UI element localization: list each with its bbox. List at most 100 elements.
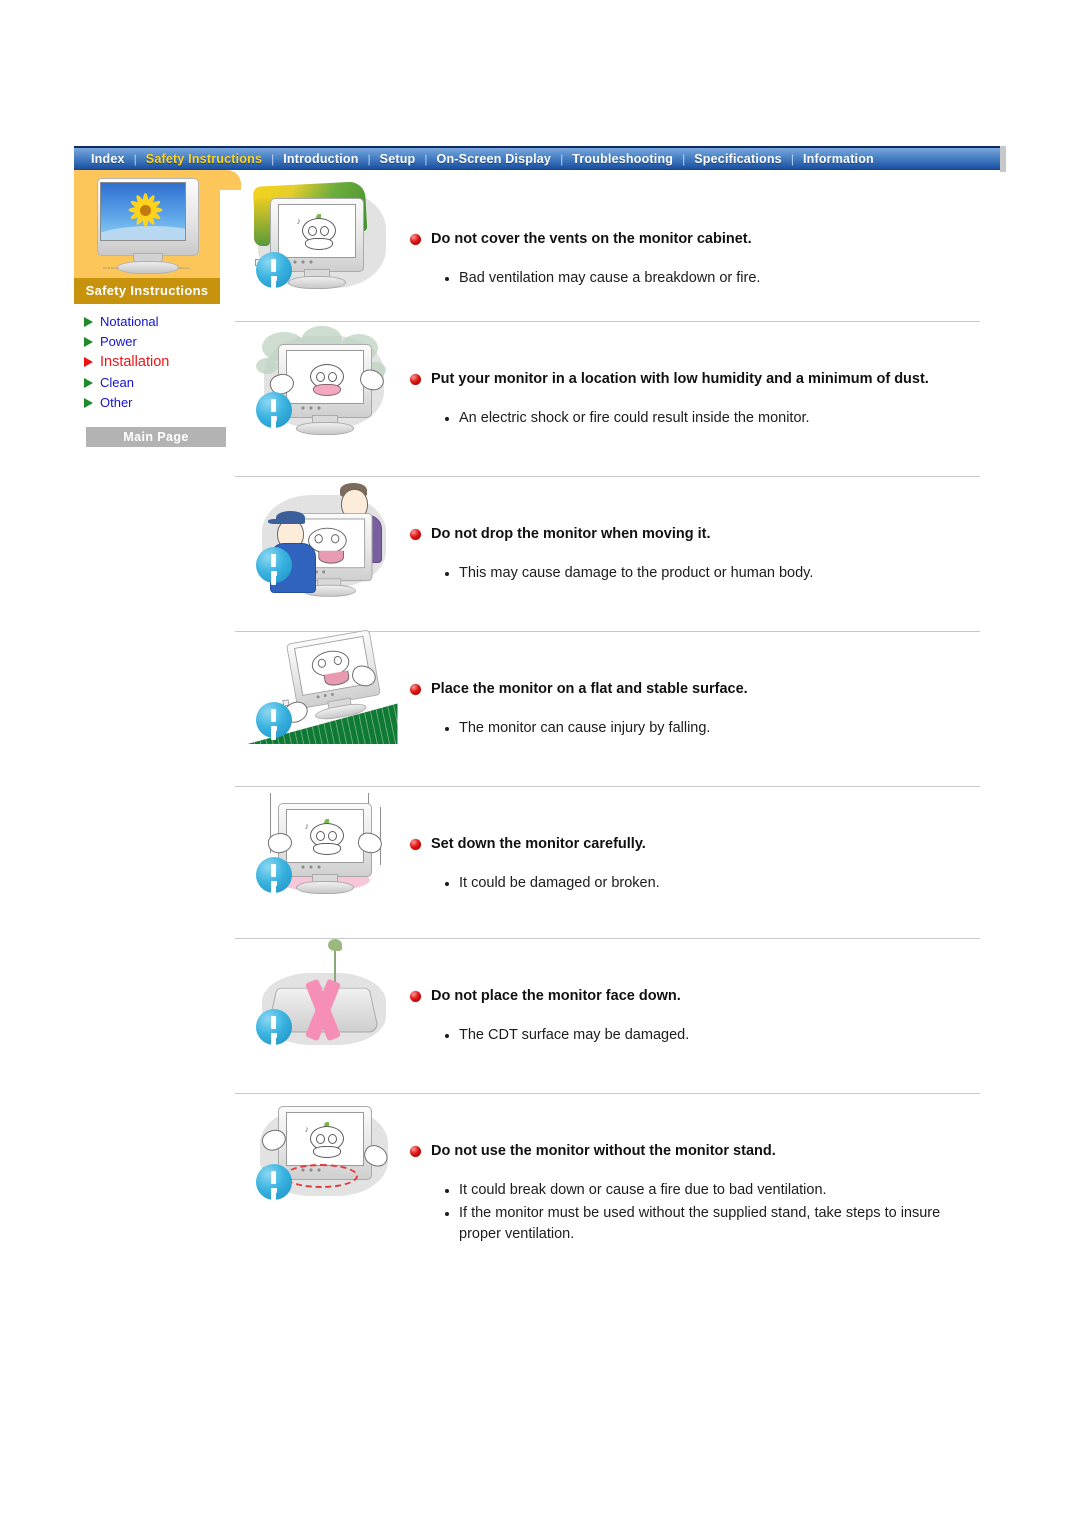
warning-exclamation-icon	[255, 392, 292, 428]
warning-exclamation-icon	[255, 857, 292, 893]
section-bullet: The monitor can cause injury by falling.	[442, 718, 980, 739]
safety-section: Do not drop the monitor when moving it. …	[235, 477, 980, 632]
section-bullet: It could break down or cause a fire due …	[442, 1180, 980, 1201]
red-sphere-bullet-icon	[410, 529, 421, 540]
sidebar-item-label: Notational	[100, 314, 159, 329]
text-cell: Do not cover the vents on the monitor ca…	[410, 182, 980, 291]
monitor-covered-with-cloth-icon: ♪	[248, 181, 398, 300]
monitor-dropped-hard-icon: ♪	[248, 787, 398, 905]
sidebar-item-notational[interactable]: Notational	[84, 312, 220, 332]
page-root: Index | Safety Instructions | Introducti…	[0, 0, 1080, 1528]
section-heading: Do not use the monitor without the monit…	[410, 1142, 955, 1162]
section-heading-text: Place the monitor on a flat and stable s…	[431, 681, 748, 697]
nav-separator: |	[560, 152, 564, 166]
text-cell: Do not drop the monitor when moving it. …	[410, 477, 980, 586]
section-heading-text: Put your monitor in a location with low …	[431, 371, 929, 387]
section-heading: Place the monitor on a flat and stable s…	[410, 680, 955, 700]
nav-right-edge	[1000, 146, 1006, 172]
content-area: ♪ Do not cover the vents on the monitor …	[235, 181, 980, 1247]
safety-section: Place the monitor on a flat and stable s…	[235, 629, 980, 787]
section-bullet-list: It could be damaged or broken.	[442, 873, 980, 894]
text-cell: Do not use the monitor without the monit…	[410, 1094, 980, 1247]
monitor-sunflower-icon: SAMSUNG SyncMaster	[91, 176, 203, 274]
warning-exclamation-icon	[255, 702, 292, 738]
arrow-right-icon	[84, 316, 93, 327]
section-heading-text: Do not use the monitor without the monit…	[431, 1143, 776, 1159]
nav-item-safety-instructions[interactable]: Safety Instructions	[137, 152, 271, 166]
text-cell: Do not place the monitor face down. The …	[410, 939, 980, 1048]
monitor-sliding-on-slope-icon	[247, 629, 398, 750]
two-people-carrying-monitor-icon	[248, 477, 398, 597]
section-heading: Do not place the monitor face down.	[410, 987, 955, 1007]
section-bullet-list: This may cause damage to the product or …	[442, 563, 980, 584]
nav-separator: |	[790, 152, 794, 166]
sidebar-item-other[interactable]: Other	[84, 393, 220, 413]
red-sphere-bullet-icon	[410, 374, 421, 385]
section-bullet-list: It could break down or cause a fire due …	[442, 1180, 980, 1245]
section-bullet-list: An electric shock or fire could result i…	[442, 408, 980, 429]
section-bullet: An electric shock or fire could result i…	[442, 408, 980, 429]
nav-item-on-screen-display[interactable]: On-Screen Display	[428, 152, 561, 166]
section-bullet-list: The monitor can cause injury by falling.	[442, 718, 980, 739]
section-heading-text: Do not place the monitor face down.	[431, 988, 681, 1004]
nav-item-introduction[interactable]: Introduction	[274, 152, 367, 166]
red-sphere-bullet-icon	[410, 684, 421, 695]
nav-item-information[interactable]: Information	[794, 152, 883, 166]
nav-separator: |	[133, 152, 137, 166]
arrow-right-icon	[84, 336, 93, 347]
section-bullet: Bad ventilation may cause a breakdown or…	[442, 268, 980, 289]
section-heading: Set down the monitor carefully.	[410, 835, 955, 855]
main-page-button[interactable]: Main Page	[86, 427, 226, 447]
text-cell: Place the monitor on a flat and stable s…	[410, 632, 980, 741]
sidebar-item-label: Other	[100, 395, 133, 410]
section-bullet-list: The CDT surface may be damaged.	[442, 1025, 980, 1046]
sidebar-link-list: Notational Power Installation Clean Othe…	[74, 304, 226, 447]
red-sphere-bullet-icon	[410, 839, 421, 850]
nav-item-setup[interactable]: Setup	[371, 152, 425, 166]
sidebar-item-label: Power	[100, 334, 137, 349]
sidebar-item-power[interactable]: Power	[84, 332, 220, 352]
red-sphere-bullet-icon	[410, 1146, 421, 1157]
nav-item-index[interactable]: Index	[82, 152, 134, 166]
illustration-cell	[235, 939, 410, 1057]
sidebar-thumbnail-area: SAMSUNG SyncMaster	[74, 170, 220, 278]
nav-item-troubleshooting[interactable]: Troubleshooting	[563, 152, 682, 166]
sidebar-item-clean[interactable]: Clean	[84, 373, 220, 393]
warning-exclamation-icon	[255, 1009, 292, 1045]
sidebar: SAMSUNG SyncMaster Safety Instructions N…	[74, 170, 226, 447]
sidebar-item-label: Clean	[100, 375, 134, 390]
sidebar-item-installation[interactable]: Installation	[84, 352, 220, 373]
top-navigation-bar: Index | Safety Instructions | Introducti…	[74, 146, 1006, 170]
illustration-cell: ♪	[235, 787, 410, 905]
warning-exclamation-icon	[255, 252, 292, 288]
x-mark-icon	[294, 978, 352, 1042]
section-bullet: It could be damaged or broken.	[442, 873, 980, 894]
monitor-without-stand-icon: ♪	[248, 1094, 398, 1212]
illustration-cell: ♪	[235, 181, 410, 300]
missing-stand-marker-icon	[283, 1164, 358, 1188]
arrow-right-icon	[84, 357, 93, 367]
monitor-face-down-crossed-out-icon	[248, 939, 398, 1057]
arrow-right-icon	[84, 377, 93, 388]
section-heading: Put your monitor in a location with low …	[410, 370, 955, 390]
section-bullet: If the monitor must be used without the …	[442, 1203, 980, 1245]
illustration-cell: ♪	[235, 1094, 410, 1212]
text-cell: Set down the monitor carefully. It could…	[410, 787, 980, 896]
section-bullet: This may cause damage to the product or …	[442, 563, 980, 584]
section-bullet: The CDT surface may be damaged.	[442, 1025, 980, 1046]
illustration-cell	[235, 477, 410, 597]
section-bullet-list: Bad ventilation may cause a breakdown or…	[442, 268, 980, 289]
safety-section: Do not place the monitor face down. The …	[235, 939, 980, 1094]
section-heading: Do not drop the monitor when moving it.	[410, 525, 955, 545]
red-sphere-bullet-icon	[410, 234, 421, 245]
warning-exclamation-icon	[255, 1164, 292, 1200]
illustration-cell	[235, 322, 410, 440]
sidebar-item-label: Installation	[100, 354, 170, 370]
nav-separator: |	[682, 152, 686, 166]
nav-separator: |	[424, 152, 428, 166]
safety-section: ♪	[235, 787, 980, 939]
nav-item-specifications[interactable]: Specifications	[685, 152, 791, 166]
section-heading: Do not cover the vents on the monitor ca…	[410, 230, 955, 250]
illustration-cell	[235, 629, 410, 750]
section-heading-text: Do not cover the vents on the monitor ca…	[431, 231, 752, 247]
